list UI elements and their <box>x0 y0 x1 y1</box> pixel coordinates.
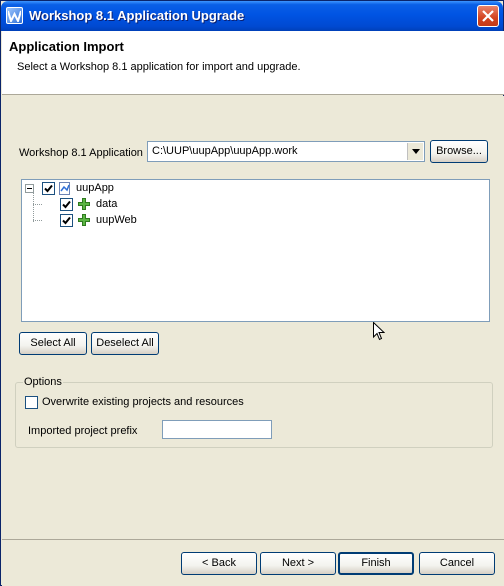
plus-folder-icon <box>78 198 90 213</box>
options-group: Options Overwrite existing projects and … <box>15 376 493 448</box>
back-button[interactable]: < Back <box>181 552 257 575</box>
project-tree[interactable]: uupApp data uupWeb <box>21 179 490 322</box>
plus-folder-icon <box>78 214 90 229</box>
checkmark-icon <box>44 184 53 193</box>
page-title: Application Import <box>9 39 124 54</box>
browse-button[interactable]: Browse... <box>430 140 488 163</box>
prefix-label: Imported project prefix <box>28 425 138 437</box>
chevron-down-icon <box>412 149 420 154</box>
overwrite-label: Overwrite existing projects and resource… <box>42 396 244 408</box>
tree-item-label: data <box>96 198 118 210</box>
wizard-header: Application Import Select a Workshop 8.1… <box>2 31 504 95</box>
wizard-content: Workshop 8.1 Application C:\UUP\uupApp\u… <box>2 96 504 539</box>
close-icon <box>482 10 494 22</box>
checkmark-icon <box>62 216 71 225</box>
data-checkbox[interactable] <box>60 198 73 211</box>
uupweb-checkbox[interactable] <box>60 214 73 227</box>
tree-item-root[interactable]: uupApp <box>22 180 222 196</box>
root-checkbox[interactable] <box>42 182 55 195</box>
title-bar[interactable]: Workshop 8.1 Application Upgrade <box>1 1 503 31</box>
overwrite-checkbox[interactable] <box>25 396 38 409</box>
dialog-window: Workshop 8.1 Application Upgrade Applica… <box>0 0 504 586</box>
tree-item-label: uupWeb <box>96 214 137 226</box>
finish-button[interactable]: Finish <box>338 552 414 575</box>
application-path-combo[interactable]: C:\UUP\uupApp\uupApp.work <box>147 141 425 162</box>
tree-item-label: uupApp <box>76 182 114 194</box>
checkmark-icon <box>62 200 71 209</box>
mouse-cursor-icon <box>373 321 386 344</box>
workshop-app-icon <box>6 7 23 24</box>
prefix-input[interactable] <box>162 420 272 439</box>
application-label: Workshop 8.1 Application <box>19 147 143 159</box>
application-path-value: C:\UUP\uupApp\uupApp.work <box>152 145 298 157</box>
tree-item-data[interactable]: data <box>22 196 222 212</box>
close-button[interactable] <box>477 5 499 27</box>
next-button[interactable]: Next > <box>260 552 336 575</box>
combo-dropdown-button[interactable] <box>407 143 423 160</box>
tree-item-uupweb[interactable]: uupWeb <box>22 212 222 228</box>
collapse-toggle[interactable] <box>25 184 34 193</box>
deselect-all-button[interactable]: Deselect All <box>91 332 159 355</box>
select-all-button[interactable]: Select All <box>19 332 87 355</box>
cancel-button[interactable]: Cancel <box>419 552 495 575</box>
page-description: Select a Workshop 8.1 application for im… <box>17 61 301 73</box>
options-legend: Options <box>23 376 63 388</box>
wizard-footer: < Back Next > Finish Cancel <box>2 539 504 586</box>
window-title: Workshop 8.1 Application Upgrade <box>29 8 245 23</box>
